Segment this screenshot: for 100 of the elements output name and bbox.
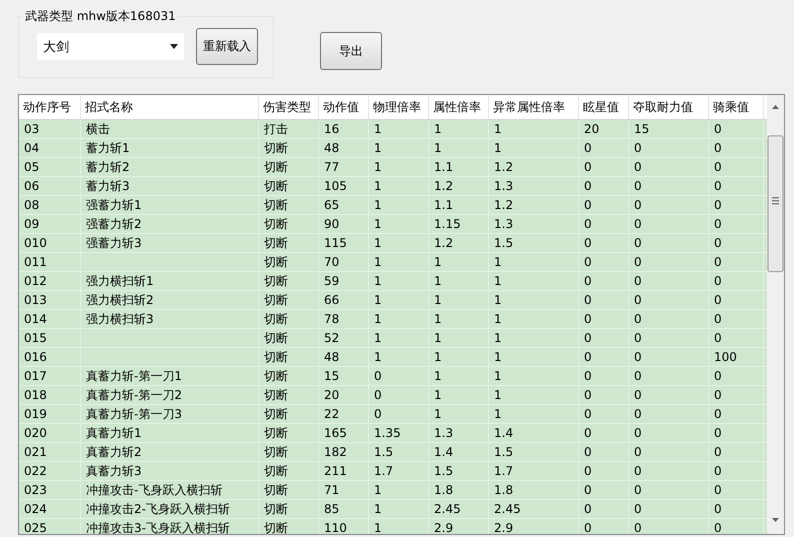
table-cell: 0 (629, 386, 709, 404)
table-cell: 0 (629, 177, 709, 195)
table-cell: 1.15 (429, 215, 489, 233)
table-cell: 1 (429, 310, 489, 328)
table-cell: 20 (319, 386, 369, 404)
table-cell: 71 (319, 481, 369, 499)
table-cell: 切断 (259, 215, 319, 233)
table-cell: 1 (369, 196, 429, 214)
table-cell: 强蓄力斩2 (81, 215, 259, 233)
table-cell: 0 (709, 386, 764, 404)
reload-button[interactable]: 重新载入 (196, 28, 258, 65)
table-cell: 1.5 (489, 234, 579, 252)
table-cell: 04 (19, 139, 81, 157)
table-cell: 强力横扫斩3 (81, 310, 259, 328)
table-cell: 横击 (81, 120, 259, 138)
table-cell: 66 (319, 291, 369, 309)
table-cell: 0 (579, 196, 629, 214)
table-cell: 1 (369, 329, 429, 347)
table-cell: 115 (319, 234, 369, 252)
table-cell: 0 (629, 253, 709, 271)
table-cell: 0 (579, 367, 629, 385)
table-cell: 0 (579, 291, 629, 309)
table-cell: 019 (19, 405, 81, 423)
column-header[interactable]: 伤害类型 (259, 95, 319, 119)
table-cell: 1.1 (429, 158, 489, 176)
table-cell: 0 (709, 500, 764, 518)
table-cell: 1 (369, 158, 429, 176)
table-cell: 真蓄力斩-第一刀2 (81, 386, 259, 404)
table-cell: 0 (579, 462, 629, 480)
table-cell: 真蓄力斩-第一刀3 (81, 405, 259, 423)
table-cell: 切断 (259, 405, 319, 423)
table-cell: 1 (369, 177, 429, 195)
table-cell: 1 (429, 348, 489, 366)
table-cell: 1 (369, 139, 429, 157)
group-label: 武器类型 mhw版本168031 (23, 8, 178, 25)
table-cell: 切断 (259, 272, 319, 290)
table-cell: 1 (369, 481, 429, 499)
table-cell: 强蓄力斩3 (81, 234, 259, 252)
table-cell: 0 (629, 405, 709, 423)
table-cell: 切断 (259, 443, 319, 461)
table-cell: 77 (319, 158, 369, 176)
weapon-dropdown[interactable]: 大剑 (37, 33, 184, 60)
table-cell: 0 (629, 443, 709, 461)
table-cell: 105 (319, 177, 369, 195)
table-cell: 011 (19, 253, 81, 271)
table-cell: 16 (319, 120, 369, 138)
column-header[interactable]: 眩星值 (579, 95, 629, 119)
column-header[interactable]: 动作值 (319, 95, 369, 119)
table-cell: 0 (579, 234, 629, 252)
column-header[interactable]: 属性倍率 (429, 95, 489, 119)
table-cell: 1.3 (489, 177, 579, 195)
table-cell: 切断 (259, 367, 319, 385)
table-cell: 1 (369, 348, 429, 366)
table-cell: 182 (319, 443, 369, 461)
export-button[interactable]: 导出 (320, 32, 382, 70)
column-header[interactable]: 招式名称 (81, 95, 259, 119)
table-cell: 0 (709, 291, 764, 309)
table-cell: 1 (369, 234, 429, 252)
table-cell: 1 (489, 329, 579, 347)
table-cell: 48 (319, 139, 369, 157)
table-cell: 70 (319, 253, 369, 271)
table-cell: 015 (19, 329, 81, 347)
table-cell: 切断 (259, 177, 319, 195)
table-cell: 0 (709, 481, 764, 499)
table-cell: 切断 (259, 234, 319, 252)
table-cell: 1 (369, 500, 429, 518)
table-cell: 1.2 (429, 234, 489, 252)
column-header[interactable]: 异常属性倍率 (489, 95, 579, 119)
table-cell: 0 (579, 139, 629, 157)
column-header[interactable]: 骑乘值 (709, 95, 764, 119)
table-cell: 22 (319, 405, 369, 423)
table-cell: 冲撞攻击2-飞身跃入横扫斩 (81, 500, 259, 518)
table-cell: 014 (19, 310, 81, 328)
column-header[interactable]: 夺取耐力值 (629, 95, 709, 119)
table-cell: 切断 (259, 329, 319, 347)
scrollbar-drawing[interactable] (767, 95, 784, 534)
table-cell: 0 (709, 158, 764, 176)
table-cell: 0 (579, 310, 629, 328)
column-header[interactable]: 动作序号 (19, 95, 81, 119)
table-cell: 1 (429, 386, 489, 404)
table-cell: 0 (709, 215, 764, 233)
table-cell: 0 (709, 253, 764, 271)
table-cell: 1 (369, 310, 429, 328)
table-cell: 蓄力斩3 (81, 177, 259, 195)
column-header[interactable]: 物理倍率 (369, 95, 429, 119)
table-cell: 切断 (259, 310, 319, 328)
table-cell: 06 (19, 177, 81, 195)
table-cell: 1.4 (489, 424, 579, 442)
table-cell: 78 (319, 310, 369, 328)
table-cell: 1 (369, 272, 429, 290)
table-cell: 1 (369, 519, 429, 534)
table-cell: 211 (319, 462, 369, 480)
table-cell: 1 (369, 120, 429, 138)
table-cell: 0 (709, 234, 764, 252)
table-cell: 切断 (259, 348, 319, 366)
table-cell: 蓄力斩2 (81, 158, 259, 176)
table-cell: 0 (709, 196, 764, 214)
table-cell: 15 (319, 367, 369, 385)
table-cell: 15 (629, 120, 709, 138)
table-cell: 0 (579, 272, 629, 290)
